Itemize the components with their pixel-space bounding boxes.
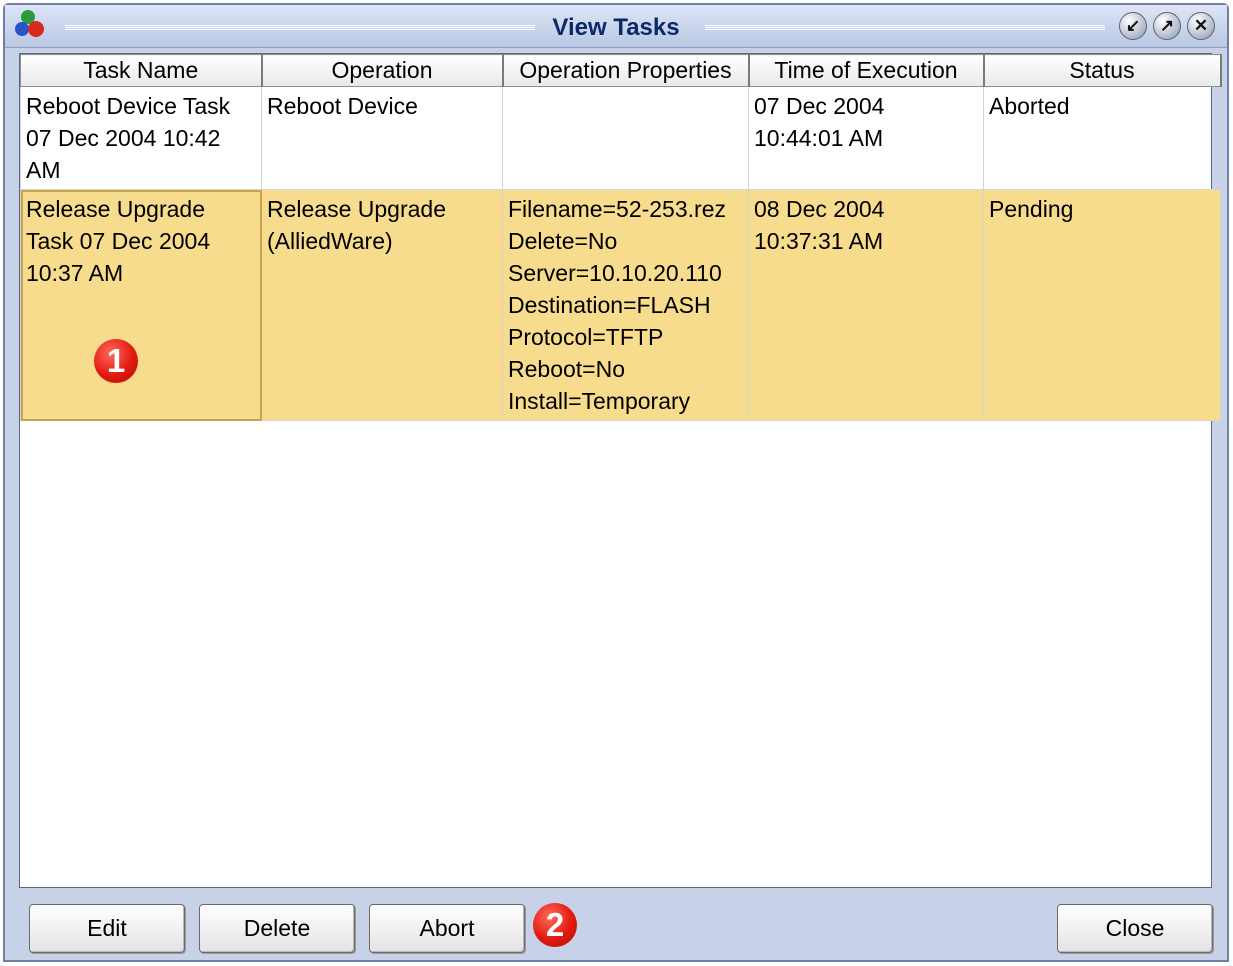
status-cell[interactable]: Aborted [983,86,1221,190]
view-tasks-window: View Tasks ↙ ↗ ✕ Task Name Operation Ope… [3,3,1229,962]
callout-1-badge: 1 [94,339,138,383]
button-bar: Edit Delete Abort 2 Close [19,892,1213,958]
column-header-status[interactable]: Status [983,54,1222,87]
close-button[interactable]: Close [1057,904,1213,953]
operation-properties-cell[interactable]: Filename=52-253.rez Delete=No Server=10.… [502,189,749,421]
time-of-execution-cell[interactable]: 08 Dec 2004 10:37:31 AM [748,189,984,421]
table-row-selected[interactable]: Release Upgrade Task 07 Dec 2004 10:37 A… [20,189,1221,421]
maximize-icon[interactable]: ↗ [1153,12,1181,40]
time-of-execution-cell[interactable]: 07 Dec 2004 10:44:01 AM [748,86,984,190]
edit-button[interactable]: Edit [29,904,185,953]
title-bar[interactable]: View Tasks ↙ ↗ ✕ [5,5,1227,48]
task-name-cell[interactable]: Release Upgrade Task 07 Dec 2004 10:37 A… [20,189,262,421]
abort-button[interactable]: Abort [369,904,525,953]
column-header-time-of-execution[interactable]: Time of Execution [748,54,985,87]
callout-2-badge: 2 [533,903,577,947]
task-name-cell[interactable]: Reboot Device Task 07 Dec 2004 10:42 AM [20,86,262,190]
window-title: View Tasks [552,14,680,41]
column-header-operation[interactable]: Operation [261,54,504,87]
operation-cell[interactable]: Release Upgrade (AlliedWare) [261,189,503,421]
tasks-table: Task Name Operation Operation Properties… [20,54,1222,421]
table-row[interactable]: Reboot Device Task 07 Dec 2004 10:42 AM … [20,86,1221,190]
minimize-icon[interactable]: ↙ [1119,12,1147,40]
close-window-icon[interactable]: ✕ [1187,12,1215,40]
operation-properties-cell[interactable] [502,86,749,190]
tasks-table-container: Task Name Operation Operation Properties… [19,53,1222,888]
operation-cell[interactable]: Reboot Device [261,86,503,190]
column-header-task-name[interactable]: Task Name [20,54,263,87]
status-cell[interactable]: Pending [983,189,1221,421]
column-header-operation-properties[interactable]: Operation Properties [502,54,750,87]
table-header-row: Task Name Operation Operation Properties… [20,54,1222,87]
delete-button[interactable]: Delete [199,904,355,953]
